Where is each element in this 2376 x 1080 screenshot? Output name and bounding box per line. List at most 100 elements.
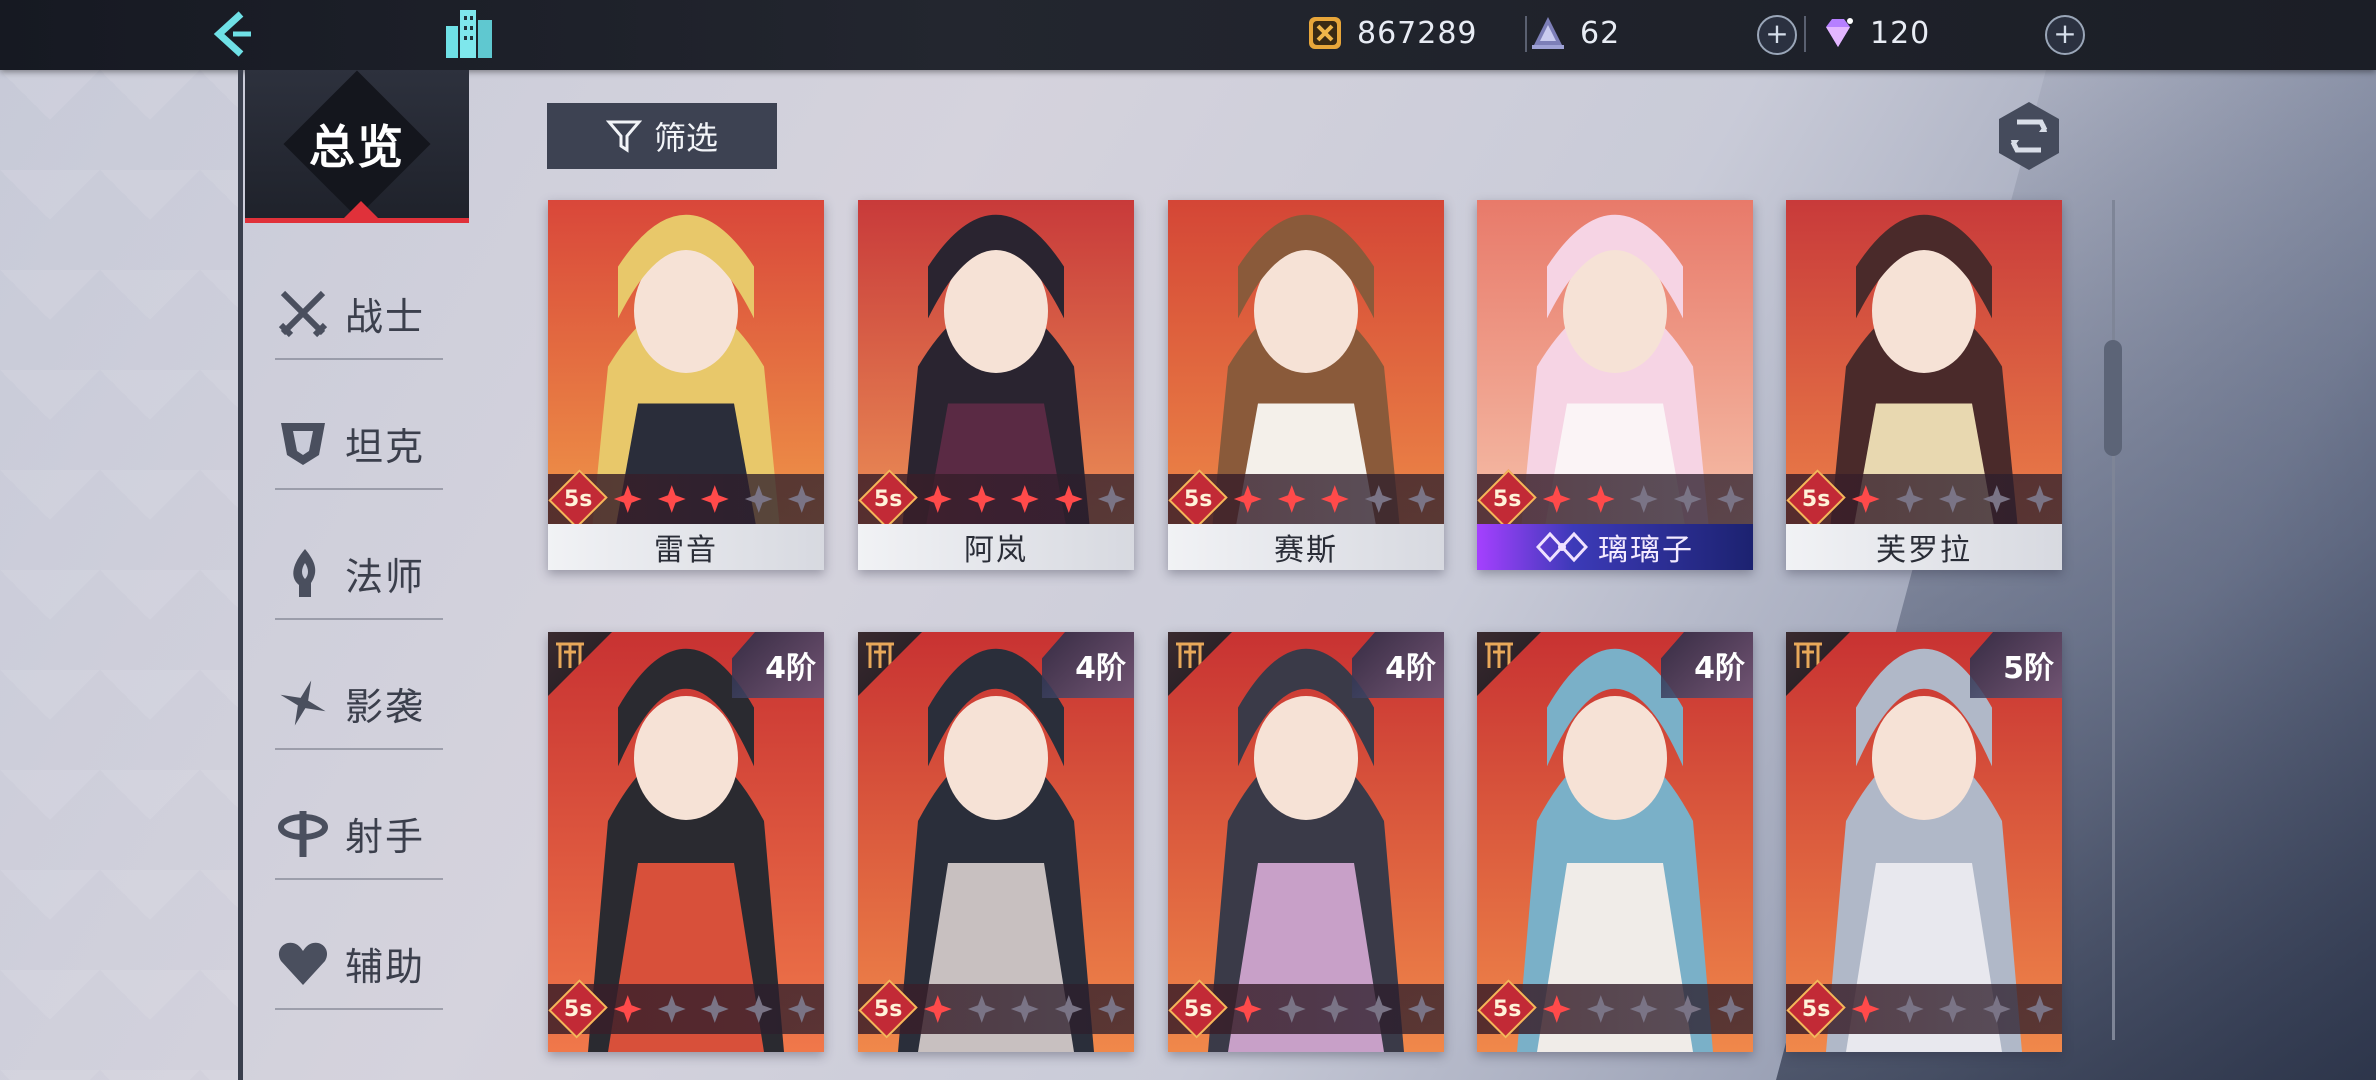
- crossed-swords-icon: [278, 290, 328, 338]
- gem-amount: 120: [1870, 15, 1931, 51]
- star-empty-icon: [1717, 485, 1746, 513]
- rank-label: 5s: [1492, 486, 1522, 512]
- star-lit-icon: [1543, 485, 1571, 513]
- star-empty-icon: [1408, 995, 1437, 1023]
- star-lit-icon: [614, 485, 642, 513]
- hero-name: 赛斯: [1274, 533, 1338, 568]
- rank-label: 5s: [1492, 996, 1522, 1022]
- star-rating: 5s: [1786, 979, 2062, 1039]
- funnel-icon: [605, 120, 642, 153]
- star-lit-icon: [1852, 485, 1880, 513]
- star-empty-icon: [1630, 485, 1659, 513]
- filter-button[interactable]: 筛选: [547, 103, 777, 169]
- rank-badge: 5s: [1168, 979, 1228, 1039]
- star-empty-icon: [2026, 485, 2055, 513]
- star-lit-icon: [1321, 485, 1350, 513]
- sidebar-item-label: 影袭: [345, 684, 426, 729]
- star-empty-icon: [1982, 485, 2011, 513]
- rank-badge: 5s: [858, 469, 918, 529]
- add-tickets-button[interactable]: +: [1757, 15, 1797, 55]
- star-lit-icon: [1054, 485, 1083, 513]
- background-pattern: [0, 70, 240, 1080]
- hero-card[interactable]: 4阶 5s: [548, 632, 824, 1052]
- star-lit-icon: [1234, 995, 1262, 1023]
- star-rating: 5s: [1477, 469, 1753, 529]
- star-empty-icon: [2026, 995, 2055, 1023]
- sort-button[interactable]: [1993, 100, 2065, 172]
- rank-label: 5s: [563, 996, 593, 1022]
- shuriken-icon: [280, 680, 326, 726]
- rank-badge: 5s: [548, 469, 608, 529]
- back-arrow-icon: [213, 11, 251, 57]
- refresh-hexagon-icon: [1999, 102, 2059, 170]
- hero-card[interactable]: 5s 芙罗拉: [1786, 200, 2062, 570]
- star-empty-icon: [1630, 995, 1659, 1023]
- star-lit-icon: [1586, 485, 1615, 513]
- tab-overview[interactable]: 总览: [245, 70, 469, 223]
- sidebar-item-marksman[interactable]: 射手: [275, 788, 443, 880]
- star-rating: 5s: [1786, 469, 2062, 529]
- star-empty-icon: [1717, 995, 1746, 1023]
- add-gems-button[interactable]: +: [2045, 15, 2085, 55]
- hero-name: 阿岚: [964, 533, 1028, 568]
- scroll-thumb[interactable]: [2104, 340, 2122, 456]
- hero-name-plate: 阿岚: [858, 524, 1134, 570]
- rank-badge: 5s: [1168, 469, 1228, 529]
- star-lit-icon: [614, 995, 642, 1023]
- sidebar-item-label: 法师: [345, 554, 426, 599]
- star-lit-icon: [924, 485, 952, 513]
- gold-coin-icon: [1309, 17, 1341, 49]
- star-lit-icon: [967, 485, 996, 513]
- crosshair-icon: [278, 811, 328, 857]
- gold-counter: 867289: [1305, 10, 1478, 56]
- star-empty-icon: [1982, 995, 2011, 1023]
- flame-staff-icon: [293, 549, 316, 597]
- star-rating: 5s: [1168, 469, 1444, 529]
- divider: [1804, 16, 1806, 52]
- hero-card[interactable]: 5s 雷音: [548, 200, 824, 570]
- rank-badge: 5s: [1477, 979, 1537, 1039]
- star-empty-icon: [1673, 995, 1702, 1023]
- divider: [1525, 16, 1527, 52]
- star-empty-icon: [788, 995, 817, 1023]
- sidebar-item-tank[interactable]: 坦克: [275, 398, 443, 490]
- shield-icon: [281, 423, 325, 465]
- top-bar: 867289 62 + 120 +: [0, 0, 2376, 70]
- hero-card[interactable]: 4阶 5s: [1477, 632, 1753, 1052]
- star-empty-icon: [744, 995, 773, 1023]
- star-empty-icon: [1939, 485, 1968, 513]
- hero-card[interactable]: 5s 璃璃子: [1477, 200, 1753, 570]
- gem-icon: [1826, 18, 1853, 47]
- city-button[interactable]: [440, 4, 500, 64]
- sidebar-item-support[interactable]: 辅助: [275, 918, 443, 1010]
- hero-card[interactable]: 4阶 5s: [858, 632, 1134, 1052]
- hero-card[interactable]: 5s 赛斯: [1168, 200, 1444, 570]
- star-empty-icon: [1321, 995, 1350, 1023]
- active-indicator: [343, 201, 379, 219]
- rank-badge: 5s: [1786, 469, 1846, 529]
- star-lit-icon: [657, 485, 686, 513]
- star-empty-icon: [788, 485, 817, 513]
- hero-name: 芙罗拉: [1876, 533, 1972, 568]
- star-empty-icon: [1098, 485, 1127, 513]
- star-empty-icon: [701, 995, 730, 1023]
- star-empty-icon: [657, 995, 686, 1023]
- hero-card[interactable]: 5s 阿岚: [858, 200, 1134, 570]
- back-button[interactable]: [205, 6, 261, 62]
- sidebar-item-assassin[interactable]: 影袭: [275, 658, 443, 750]
- star-empty-icon: [1364, 485, 1393, 513]
- rank-label: 5s: [1183, 486, 1213, 512]
- scroll-track[interactable]: [2112, 200, 2115, 1040]
- hero-card[interactable]: 4阶 5s: [1168, 632, 1444, 1052]
- tab-overview-label: 总览: [309, 120, 405, 174]
- sidebar-line: [238, 70, 243, 1080]
- star-empty-icon: [1673, 485, 1702, 513]
- sidebar-item-mage[interactable]: 法师: [275, 528, 443, 620]
- rank-label: 5s: [1801, 486, 1831, 512]
- rank-badge: 5s: [858, 979, 918, 1039]
- city-icon: [446, 10, 492, 58]
- filter-label: 筛选: [653, 119, 718, 157]
- hero-card[interactable]: 5阶 5s: [1786, 632, 2062, 1052]
- star-empty-icon: [1364, 995, 1393, 1023]
- sidebar-item-warrior[interactable]: 战士: [275, 268, 443, 360]
